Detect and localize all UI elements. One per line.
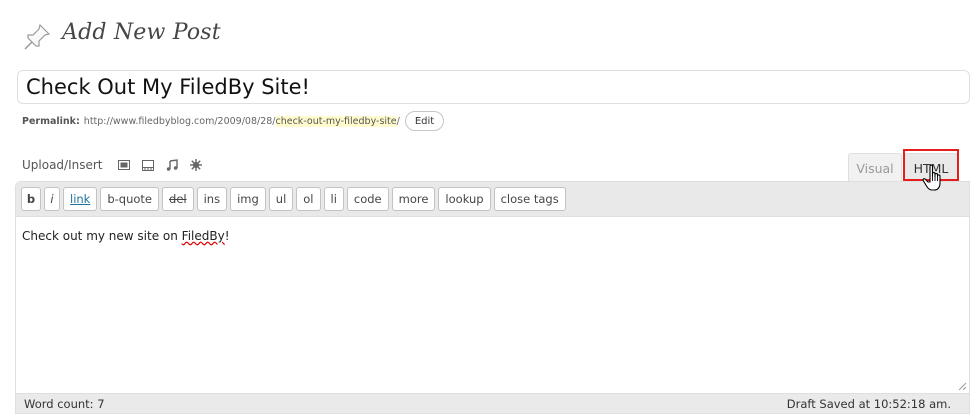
permalink-label: Permalink: [22, 115, 80, 127]
quicktag-lookup-button[interactable]: lookup [438, 187, 491, 211]
tab-visual[interactable]: Visual [848, 153, 902, 182]
quicktag-bold-button[interactable]: b [21, 187, 41, 211]
permalink-trailing: / [396, 115, 400, 127]
quicktag-ins-button[interactable]: ins [196, 187, 228, 211]
word-count: Word count: 7 [24, 396, 105, 411]
page-header: Add New Post [0, 0, 973, 68]
permalink-base: http://www.filedbyblog.com/2009/08/28/ [83, 115, 276, 127]
quicktag-li-button[interactable]: li [323, 187, 344, 211]
quicktag-ul-button[interactable]: ul [268, 187, 294, 211]
quicktag-code-button[interactable]: code [346, 187, 389, 211]
permalink-slug[interactable]: check-out-my-filedby-site [275, 115, 397, 127]
content-text-after: ! [224, 229, 230, 243]
video-icon[interactable] [141, 158, 155, 172]
quicktag-close-tags-button[interactable]: close tags [493, 187, 566, 211]
editor-container: b i link b-quote del ins img ul ol li co… [15, 181, 970, 414]
quicktags-toolbar: b i link b-quote del ins img ul ol li co… [16, 182, 969, 217]
permalink-row: Permalink: http://www.filedbyblog.com/20… [22, 110, 445, 132]
content-text-before: Check out my new site on [22, 229, 182, 243]
upload-insert-label: Upload/Insert [22, 158, 103, 172]
post-content-textarea[interactable]: Check out my new site on FiledBy! [16, 217, 969, 393]
quicktag-ol-button[interactable]: ol [296, 187, 321, 211]
hand-cursor-icon [922, 164, 941, 191]
quicktag-blockquote-button[interactable]: b-quote [100, 187, 160, 211]
pushpin-icon [24, 23, 51, 50]
post-title-input[interactable] [17, 70, 970, 104]
content-misspelled-word: FiledBy [181, 229, 225, 243]
draft-saved-status: Draft Saved at 10:52:18 am. [786, 396, 951, 411]
page-title: Add New Post [62, 20, 221, 45]
audio-icon[interactable] [165, 158, 179, 172]
image-icon[interactable] [117, 158, 131, 172]
quicktag-del-button[interactable]: del [162, 187, 194, 211]
resize-grip-icon[interactable] [957, 381, 967, 391]
quicktag-link-button[interactable]: link [63, 187, 98, 211]
quicktag-italic-button[interactable]: i [44, 187, 60, 211]
quicktag-more-button[interactable]: more [391, 187, 436, 211]
upload-insert-bar: Upload/Insert [22, 155, 203, 175]
edit-permalink-button[interactable]: Edit [404, 111, 445, 131]
editor-status-bar: Word count: 7 Draft Saved at 10:52:18 am… [16, 393, 969, 413]
media-icon[interactable] [189, 158, 203, 172]
quicktag-img-button[interactable]: img [230, 187, 266, 211]
